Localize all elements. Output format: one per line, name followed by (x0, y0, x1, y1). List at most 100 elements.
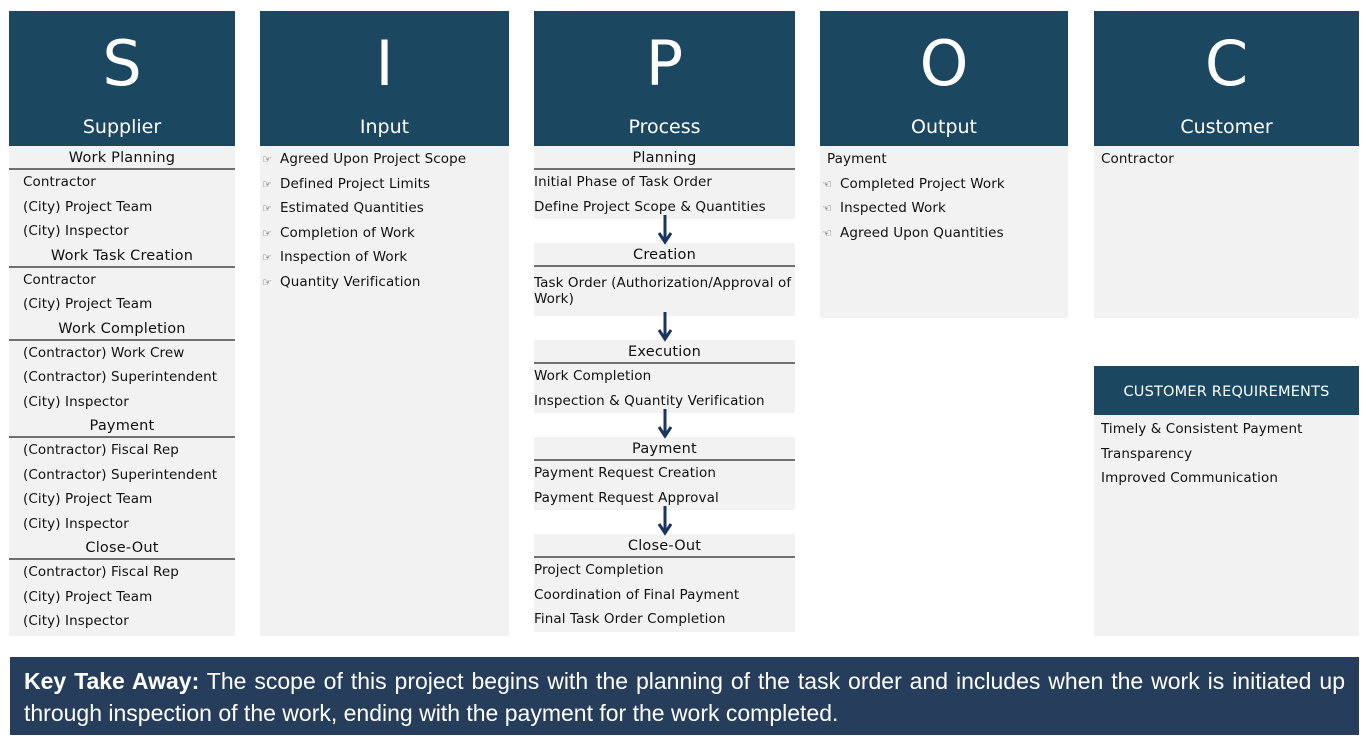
process-step-heading: Creation (534, 243, 795, 267)
pointing-hand-icon: ☜ (822, 202, 832, 215)
supplier-header: S Supplier (9, 11, 235, 146)
input-item: ☞ Inspection of Work (260, 245, 509, 270)
supplier-group-heading: Payment (9, 414, 235, 438)
process-step-heading: Payment (534, 437, 795, 461)
supplier-item: Contractor (23, 174, 96, 190)
supplier-item: (City) Inspector (23, 393, 129, 410)
flow-gap (534, 312, 795, 342)
down-arrow-icon (657, 506, 672, 536)
down-arrow-icon (657, 312, 672, 342)
output-item: ☜ Agreed Upon Quantities (820, 221, 1068, 246)
supplier-group-heading: Work Completion (9, 317, 235, 341)
key-takeaway-banner: Key Take Away: The scope of this project… (10, 657, 1359, 735)
process-item: Payment Request Creation (534, 465, 717, 481)
input-body: ☞ Agreed Upon Project Scope ☞ Defined Proj… (260, 146, 509, 636)
supplier-title: Supplier (82, 116, 162, 138)
customer-column: C Customer Contractor (1094, 11, 1359, 318)
supplier-column: S Supplier Work Planning Contractor (Cit… (9, 11, 235, 636)
process-step-payment: Payment Payment Request Creation Payment… (534, 437, 795, 510)
flow-gap (534, 409, 795, 439)
output-lead-item: Payment (827, 151, 887, 167)
output-title: Output (911, 116, 977, 138)
supplier-item: (Contractor) Fiscal Rep (23, 564, 179, 580)
supplier-item: (City) Project Team (23, 491, 153, 507)
input-header: I Input (260, 11, 509, 146)
supplier-item: (City) Inspector (23, 613, 129, 629)
supplier-group-heading: Close-Out (9, 536, 235, 560)
process-step-execution: Execution Work Completion Inspection & Q… (534, 340, 795, 413)
process-step-heading: Close-Out (534, 534, 795, 558)
output-column: O Output Payment ☜ Completed Project Work… (820, 11, 1068, 318)
customer-requirements-heading: CUSTOMER REQUIREMENTS (1094, 366, 1359, 415)
requirement-item: Improved Communication (1101, 470, 1278, 486)
process-item: Project Completion (534, 562, 664, 578)
customer-item: Contractor (1101, 151, 1174, 167)
supplier-item: (City) Project Team (23, 198, 153, 215)
requirement-item: Transparency (1101, 445, 1193, 462)
supplier-item: (City) Project Team (23, 588, 153, 605)
supplier-item: Contractor (23, 271, 96, 288)
pointing-hand-icon: ☞ (262, 153, 272, 166)
supplier-letter: S (102, 27, 142, 100)
process-item: Coordination of Final Payment (534, 586, 740, 603)
flow-gap (534, 215, 795, 245)
customer-letter: C (1204, 27, 1249, 100)
process-item: Work Completion (534, 368, 652, 384)
pointing-hand-icon: ☜ (822, 226, 832, 240)
supplier-item: (Contractor) Superintendent (23, 466, 218, 483)
customer-body: Contractor (1094, 146, 1359, 318)
pointing-hand-icon: ☜ (822, 177, 832, 191)
pointing-hand-icon: ☞ (262, 177, 272, 191)
pointing-hand-icon: ☞ (262, 275, 272, 289)
output-item-label: Completed Project Work (840, 175, 1005, 192)
input-item-label: Inspection of Work (280, 249, 408, 265)
supplier-item: (City) Inspector (23, 223, 129, 239)
process-column: P Process Planning Initial Phase of Task… (534, 11, 795, 632)
process-step-heading: Execution (534, 340, 795, 364)
supplier-item: (Contractor) Fiscal Rep (23, 442, 179, 458)
input-title: Input (359, 116, 410, 138)
pointing-hand-icon: ☞ (262, 202, 272, 215)
input-item: ☞ Estimated Quantities (260, 196, 509, 221)
process-step-planning: Planning Initial Phase of Task Order Def… (534, 146, 795, 219)
down-arrow-icon (657, 409, 672, 439)
input-item-label: Quantity Verification (280, 273, 421, 290)
supplier-body: Work Planning Contractor (City) Project … (9, 146, 235, 636)
pointing-hand-icon: ☞ (262, 251, 272, 264)
input-item: ☞ Completion of Work (260, 221, 509, 246)
process-letter: P (645, 27, 684, 100)
output-item: ☜ Inspected Work (820, 196, 1068, 221)
input-item-label: Defined Project Limits (280, 175, 431, 192)
customer-title: Customer (1180, 116, 1273, 138)
process-step-creation: Creation Task Order (Authorization/Appro… (534, 243, 795, 316)
flow-gap (534, 506, 795, 536)
supplier-item: (Contractor) Superintendent (23, 369, 218, 385)
process-title: Process (628, 116, 701, 138)
input-item-label: Agreed Upon Project Scope (280, 151, 467, 167)
supplier-item: (City) Project Team (23, 296, 153, 312)
key-takeaway-label: Key Take Away: (24, 668, 200, 694)
process-step-heading: Planning (534, 146, 795, 170)
process-step-close-out: Close-Out Project Completion Coordinatio… (534, 534, 795, 632)
output-item-label: Agreed Upon Quantities (840, 224, 1004, 241)
process-item: Initial Phase of Task Order (534, 174, 713, 190)
supplier-item: (Contractor) Work Crew (23, 344, 185, 361)
supplier-group-heading: Work Planning (9, 146, 235, 170)
process-item: Task Order (Authorization/Approval of Wo… (534, 275, 792, 307)
customer-requirements-body: Timely & Consistent Payment Transparency… (1094, 415, 1359, 636)
input-item-label: Estimated Quantities (280, 200, 424, 216)
process-item: Final Task Order Completion (534, 611, 726, 627)
pointing-hand-icon: ☞ (262, 226, 272, 240)
requirement-item: Timely & Consistent Payment (1101, 421, 1303, 437)
output-body: Payment ☜ Completed Project Work ☜ Inspect… (820, 146, 1068, 318)
down-arrow-icon (657, 215, 672, 245)
input-item: ☞ Defined Project Limits (260, 172, 509, 197)
input-item-label: Completion of Work (280, 224, 415, 241)
input-letter: I (375, 27, 394, 100)
input-item: ☞ Quantity Verification (260, 270, 509, 295)
output-letter: O (919, 27, 969, 100)
output-item: ☜ Completed Project Work (820, 172, 1068, 197)
process-header: P Process (534, 11, 795, 146)
customer-header: C Customer (1094, 11, 1359, 146)
input-item: ☞ Agreed Upon Project Scope (260, 147, 509, 172)
